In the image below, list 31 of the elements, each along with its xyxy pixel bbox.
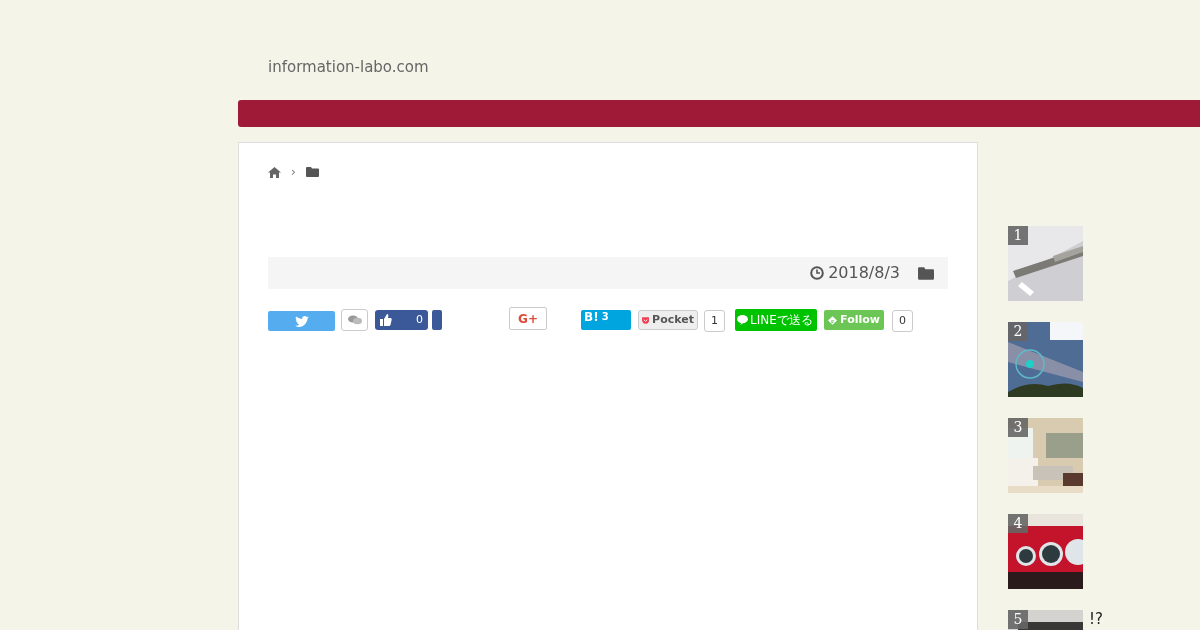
site-title[interactable]: information-labo.com (268, 58, 429, 76)
folder-icon[interactable] (305, 167, 319, 177)
share-count: 0 (892, 310, 913, 332)
article-title[interactable]: !? (1089, 608, 1103, 630)
pocket-icon (642, 314, 650, 326)
article-thumbnail[interactable]: 4 (1008, 514, 1083, 589)
article-thumbnail[interactable]: 1 (1008, 226, 1083, 301)
article-thumbnail[interactable]: 3 (1008, 418, 1083, 493)
speech-bubble-icon (737, 315, 748, 325)
speech-bubbles-icon (347, 315, 362, 325)
post-date: 2018/8/3 (828, 262, 900, 284)
rank-number: 1 (1008, 226, 1028, 245)
bird-icon (294, 315, 309, 327)
share-count: 1 (704, 310, 725, 332)
home-icon[interactable] (268, 166, 281, 178)
article-thumbnail[interactable]: 5 (1008, 610, 1083, 630)
thumbs-up-icon (380, 314, 392, 326)
article-thumbnail[interactable]: 2 (1008, 322, 1083, 397)
bookmark-count: 3 (601, 310, 609, 324)
hatena-bookmark-button[interactable]: B! 3 (581, 310, 631, 330)
rank-number: 3 (1008, 418, 1028, 437)
rank-number: 4 (1008, 514, 1028, 533)
like-button[interactable]: 0 (375, 310, 428, 330)
folder-icon[interactable] (918, 266, 934, 280)
clock-icon (810, 266, 825, 280)
pocket-button[interactable]: Pocket (638, 310, 698, 330)
google-plus-button[interactable]: G+ (509, 307, 547, 330)
rank-number: 2 (1008, 322, 1028, 341)
feed-icon (828, 314, 838, 326)
rank-number: 5 (1008, 610, 1028, 629)
breadcrumb-separator: › (291, 164, 296, 181)
